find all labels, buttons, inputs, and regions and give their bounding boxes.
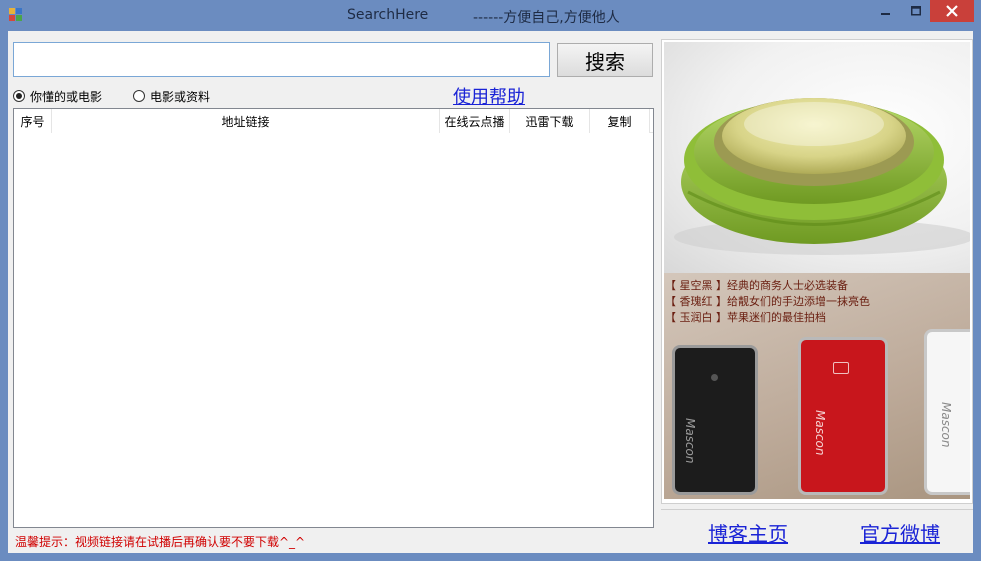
radio-option-adult-or-movie[interactable]: 你懂的或电影: [13, 87, 102, 105]
column-header-online-play[interactable]: 在线云点播: [440, 109, 510, 133]
brand-logo-red: Mascon: [813, 410, 827, 456]
ad-panel[interactable]: 【 星空黑 】经典的商务人士必选装备 【 香瑰红 】给靓女们的手边添增一抹亮色 …: [661, 39, 973, 504]
close-icon: [946, 5, 958, 17]
column-header-copy[interactable]: 复制: [590, 109, 650, 133]
search-input[interactable]: [13, 42, 550, 77]
power-bank-red: Mascon: [798, 337, 888, 495]
brand-logo-black: Mascon: [683, 418, 697, 464]
ad-image-power-bank[interactable]: 【 星空黑 】经典的商务人士必选装备 【 香瑰红 】给靓女们的手边添增一抹亮色 …: [664, 273, 970, 499]
column-header-index[interactable]: 序号: [14, 109, 52, 133]
tip-text: 温馨提示：视频链接请在试播后再确认要不要下载^_^: [15, 535, 306, 549]
radio-option-label: 电影或资料: [150, 89, 211, 104]
list-header: 序号 地址链接 在线云点播 迅雷下载 复制: [14, 109, 653, 133]
ad-image-phone-holder[interactable]: [664, 42, 970, 273]
blog-home-link[interactable]: 博客主页: [708, 518, 788, 547]
app-window: SearchHere ------方便自己,方便他人 搜索 你懂的或电影 电影或…: [0, 0, 981, 561]
radio-option-movie-or-material[interactable]: 电影或资料: [133, 87, 210, 105]
ad-caption-white: 【 玉润白 】苹果迷们的最佳拍档: [665, 311, 826, 324]
power-bank-black: Mascon: [672, 345, 758, 495]
minimize-icon: [881, 13, 890, 15]
window-title: SearchHere: [347, 7, 429, 23]
power-bank-white: Mascon: [924, 329, 970, 495]
link-panel: 博客主页 官方微博: [661, 509, 973, 553]
app-icon[interactable]: [9, 8, 23, 22]
results-list[interactable]: 序号 地址链接 在线云点播 迅雷下载 复制: [13, 108, 654, 528]
radio-option-label: 你懂的或电影: [30, 89, 103, 104]
client-area: 搜索 你懂的或电影 电影或资料 使用帮助 序号 地址链接 在线云点播 迅雷下载 …: [8, 31, 973, 553]
ad-caption-black: 【 星空黑 】经典的商务人士必选装备: [665, 279, 848, 292]
window-slogan: ------方便自己,方便他人: [473, 10, 620, 26]
ad-caption-red: 【 香瑰红 】给靓女们的手边添增一抹亮色: [665, 295, 870, 308]
search-button[interactable]: 搜索: [557, 43, 653, 77]
column-header-thunder-download[interactable]: 迅雷下载: [510, 109, 590, 133]
close-button[interactable]: [930, 0, 974, 22]
title-bar[interactable]: SearchHere ------方便自己,方便他人: [0, 0, 981, 30]
minimize-button[interactable]: [871, 0, 901, 22]
phone-ring-holder-image: [674, 98, 970, 255]
help-link[interactable]: 使用帮助: [453, 83, 525, 109]
radio-checked-icon: [13, 90, 25, 102]
official-weibo-link[interactable]: 官方微博: [860, 518, 940, 547]
column-header-url[interactable]: 地址链接: [52, 109, 440, 133]
radio-unchecked-icon: [133, 90, 145, 102]
brand-logo-white: Mascon: [939, 402, 953, 448]
maximize-button[interactable]: [901, 0, 930, 22]
maximize-icon: [910, 6, 921, 16]
